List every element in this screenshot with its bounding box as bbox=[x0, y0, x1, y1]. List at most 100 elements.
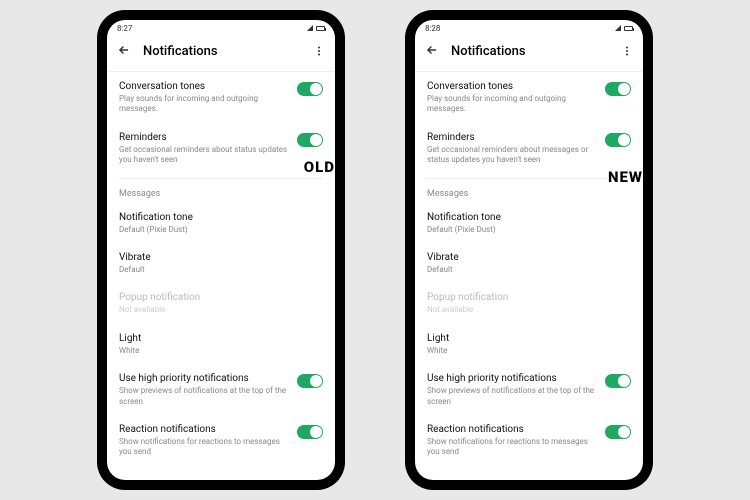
toggle-on[interactable] bbox=[605, 374, 631, 388]
setting-title: Conversation tones bbox=[427, 80, 597, 93]
setting-text: Conversation tones Play sounds for incom… bbox=[427, 80, 597, 115]
page-title: Notifications bbox=[451, 44, 609, 59]
setting-vibrate[interactable]: Vibrate Default bbox=[427, 243, 631, 283]
setting-title: Vibrate bbox=[119, 251, 323, 264]
setting-text: Vibrate Default bbox=[119, 251, 323, 275]
status-time: 8:28 bbox=[425, 24, 615, 33]
setting-popup: Popup notification Not available bbox=[427, 283, 631, 323]
setting-title: Use high priority notifications bbox=[119, 372, 289, 385]
setting-sub: Default (Pixie Dust) bbox=[119, 225, 323, 235]
back-icon[interactable] bbox=[425, 42, 439, 61]
page-title: Notifications bbox=[143, 44, 301, 59]
setting-sub: Show notifications for reactions to mess… bbox=[427, 437, 597, 458]
setting-text: Use high priority notifications Show pre… bbox=[427, 372, 597, 407]
setting-sub: Play sounds for incoming and outgoing me… bbox=[119, 94, 289, 115]
setting-text: Use high priority notifications Show pre… bbox=[119, 372, 289, 407]
setting-popup: Popup notification Not available bbox=[119, 283, 323, 323]
status-bar: 8:28 bbox=[415, 20, 643, 36]
setting-sub: White bbox=[119, 346, 323, 356]
section-messages: Messages bbox=[119, 179, 323, 203]
setting-title: Use high priority notifications bbox=[427, 372, 597, 385]
setting-text: Conversation tones Play sounds for incom… bbox=[119, 80, 289, 115]
setting-title: Reaction notifications bbox=[119, 423, 289, 436]
setting-title: Reminders bbox=[119, 131, 289, 144]
status-bar: 8:27 bbox=[107, 20, 335, 36]
setting-title: Light bbox=[119, 332, 323, 345]
setting-high-priority[interactable]: Use high priority notifications Show pre… bbox=[427, 364, 631, 415]
setting-text: Light White bbox=[119, 332, 323, 356]
badge-old: OLD bbox=[302, 158, 335, 176]
setting-title: Reaction notifications bbox=[427, 423, 597, 436]
overflow-icon[interactable] bbox=[313, 42, 325, 61]
setting-title: Popup notification bbox=[427, 291, 631, 304]
toggle-on[interactable] bbox=[605, 133, 631, 147]
setting-title: Notification tone bbox=[119, 211, 323, 224]
setting-text: Reminders Get occasional reminders about… bbox=[427, 131, 597, 166]
setting-conversation-tones[interactable]: Conversation tones Play sounds for incom… bbox=[119, 72, 323, 123]
toggle-on[interactable] bbox=[605, 82, 631, 96]
settings-list[interactable]: Conversation tones Play sounds for incom… bbox=[107, 72, 335, 480]
setting-text: Reaction notifications Show notification… bbox=[427, 423, 597, 458]
phone-right: 8:28 Notifications Conversation tones Pl… bbox=[405, 10, 653, 490]
setting-text: Popup notification Not available bbox=[427, 291, 631, 315]
settings-list[interactable]: Conversation tones Play sounds for incom… bbox=[415, 72, 643, 480]
phone-left: 8:27 Notifications Conversation tones Pl… bbox=[97, 10, 345, 490]
setting-sub: Default bbox=[427, 265, 631, 275]
signal-icon bbox=[615, 25, 621, 31]
setting-text: Notification tone Default (Pixie Dust) bbox=[119, 211, 323, 235]
setting-title: Reminders bbox=[427, 131, 597, 144]
setting-reaction[interactable]: Reaction notifications Show notification… bbox=[119, 415, 323, 466]
setting-text: Notification tone Default (Pixie Dust) bbox=[427, 211, 631, 235]
header: Notifications bbox=[415, 36, 643, 72]
toggle-on[interactable] bbox=[297, 133, 323, 147]
setting-sub: Play sounds for incoming and outgoing me… bbox=[427, 94, 597, 115]
screen: 8:27 Notifications Conversation tones Pl… bbox=[107, 20, 335, 480]
setting-reminders[interactable]: Reminders Get occasional reminders about… bbox=[119, 123, 323, 174]
section-messages: Messages bbox=[427, 179, 631, 203]
setting-sub: Not available bbox=[119, 305, 323, 315]
setting-text: Light White bbox=[427, 332, 631, 356]
setting-text: Reminders Get occasional reminders about… bbox=[119, 131, 289, 166]
toggle-on[interactable] bbox=[297, 374, 323, 388]
screen: 8:28 Notifications Conversation tones Pl… bbox=[415, 20, 643, 480]
setting-high-priority[interactable]: Use high priority notifications Show pre… bbox=[119, 364, 323, 415]
overflow-icon[interactable] bbox=[621, 42, 633, 61]
toggle-on[interactable] bbox=[297, 425, 323, 439]
battery-icon bbox=[316, 26, 325, 31]
setting-light[interactable]: Light White bbox=[119, 324, 323, 364]
setting-title: Light bbox=[427, 332, 631, 345]
setting-sub: White bbox=[427, 346, 631, 356]
setting-sub: Get occasional reminders about status up… bbox=[119, 145, 289, 166]
toggle-on[interactable] bbox=[605, 425, 631, 439]
setting-sub: Not available bbox=[427, 305, 631, 315]
setting-conversation-tones[interactable]: Conversation tones Play sounds for incom… bbox=[427, 72, 631, 123]
setting-notification-tone[interactable]: Notification tone Default (Pixie Dust) bbox=[427, 203, 631, 243]
status-icons bbox=[615, 25, 633, 31]
setting-sub: Show notifications for reactions to mess… bbox=[119, 437, 289, 458]
signal-icon bbox=[307, 25, 313, 31]
setting-notification-tone[interactable]: Notification tone Default (Pixie Dust) bbox=[119, 203, 323, 243]
setting-text: Reaction notifications Show notification… bbox=[119, 423, 289, 458]
back-icon[interactable] bbox=[117, 42, 131, 61]
setting-text: Popup notification Not available bbox=[119, 291, 323, 315]
header: Notifications bbox=[107, 36, 335, 72]
setting-vibrate[interactable]: Vibrate Default bbox=[119, 243, 323, 283]
setting-sub: Get occasional reminders about messages … bbox=[427, 145, 597, 166]
setting-text: Vibrate Default bbox=[427, 251, 631, 275]
status-time: 8:27 bbox=[117, 24, 307, 33]
setting-sub: Show previews of notifications at the to… bbox=[119, 386, 289, 407]
setting-title: Vibrate bbox=[427, 251, 631, 264]
toggle-on[interactable] bbox=[297, 82, 323, 96]
status-icons bbox=[307, 25, 325, 31]
setting-sub: Show previews of notifications at the to… bbox=[427, 386, 597, 407]
setting-sub: Default (Pixie Dust) bbox=[427, 225, 631, 235]
setting-sub: Default bbox=[119, 265, 323, 275]
setting-reaction[interactable]: Reaction notifications Show notification… bbox=[427, 415, 631, 466]
setting-title: Notification tone bbox=[427, 211, 631, 224]
setting-title: Conversation tones bbox=[119, 80, 289, 93]
setting-light[interactable]: Light White bbox=[427, 324, 631, 364]
battery-icon bbox=[624, 26, 633, 31]
setting-reminders[interactable]: Reminders Get occasional reminders about… bbox=[427, 123, 631, 174]
setting-title: Popup notification bbox=[119, 291, 323, 304]
badge-new: NEW bbox=[606, 168, 643, 186]
